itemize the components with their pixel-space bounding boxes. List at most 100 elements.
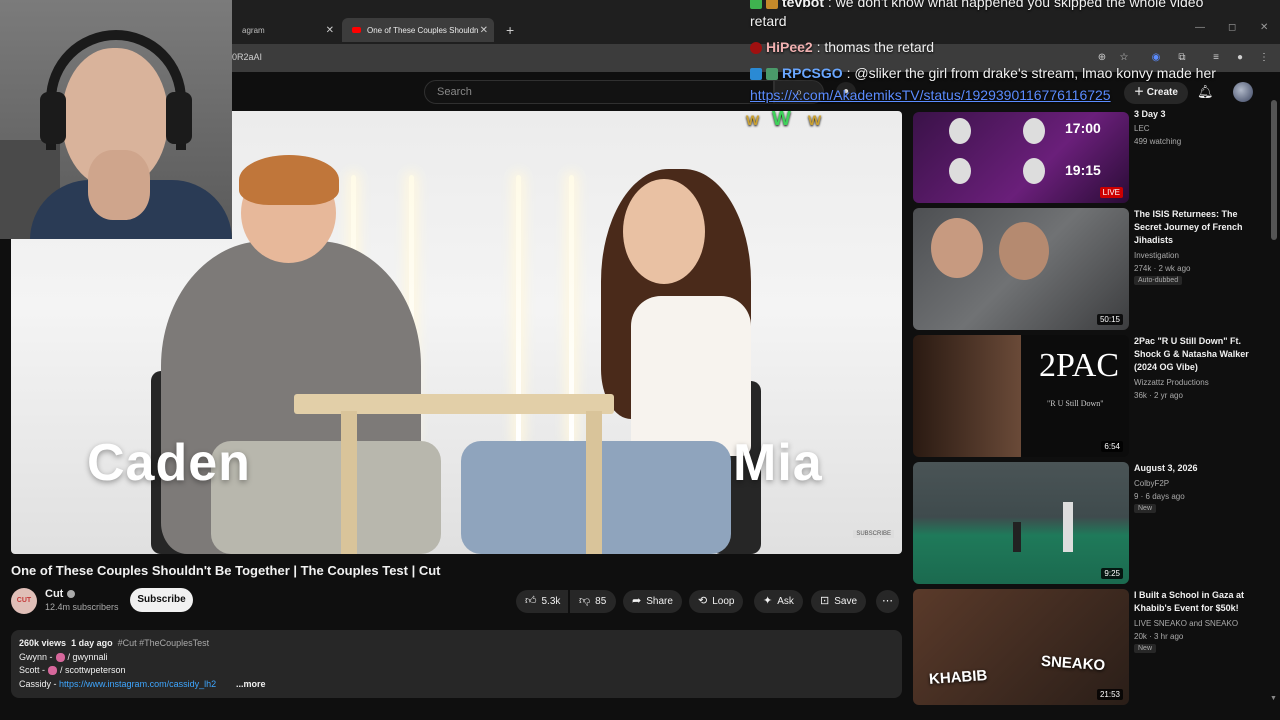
recommendation-title[interactable]: 2Pac "R U Still Down" Ft. Shock G & Nata…	[1134, 335, 1264, 374]
auto-dubbed-badge: Auto-dubbed	[1134, 276, 1183, 285]
recommendation-title[interactable]: August 3, 2026	[1134, 462, 1264, 475]
puzzle-extensions-icon[interactable]: ⧉	[1176, 52, 1188, 64]
badge-icon	[766, 68, 778, 81]
recommendation-thumbnail[interactable]: 17:00 19:15 LIVE	[913, 112, 1129, 203]
person-name: Scott -	[19, 665, 46, 675]
channel-avatar[interactable]: CUT	[11, 588, 37, 614]
recommendation-thumbnail[interactable]: 50:15	[913, 208, 1129, 330]
thumbnail-portrait	[913, 335, 1021, 457]
recommendation-item[interactable]: 17:00 19:15 LIVE 3 Day 3 LEC 499 watchin…	[913, 88, 1273, 204]
team-logo	[949, 158, 971, 184]
recommendation-title[interactable]: 3 Day 3	[1134, 108, 1264, 121]
maximize-icon[interactable]: ◻	[1228, 22, 1236, 33]
recommendation-item[interactable]: KHABIB SNEAKO 21:53 I Built a School in …	[913, 589, 1273, 705]
sidebar-scrollbar[interactable]	[1271, 100, 1277, 240]
person-left-hair	[239, 155, 339, 205]
thumbnail-face	[931, 218, 983, 278]
recommendation-item[interactable]: 2PAC "R U Still Down" 6:54 2Pac "R U Sti…	[913, 335, 1273, 457]
thumbs-up-icon: 👍︎	[525, 595, 537, 607]
badge-icon	[750, 42, 762, 55]
bookmark-star-icon[interactable]: ☆	[1118, 52, 1130, 64]
minimize-icon[interactable]: —	[1195, 22, 1205, 33]
headphone-cup	[40, 92, 66, 144]
channel-name[interactable]: Cut	[45, 588, 76, 600]
recommendation-meta: 20k · 3 hr ago	[1134, 632, 1184, 641]
youtube-favicon-icon	[352, 27, 361, 33]
recommendation-title[interactable]: The ISIS Returnees: The Secret Journey o…	[1134, 208, 1264, 247]
badge-icon	[766, 0, 778, 10]
chat-text: : thomas the retard	[816, 39, 935, 55]
scroll-down-icon[interactable]: ▼	[1270, 695, 1277, 702]
video-duration: 50:15	[1096, 314, 1123, 325]
sparkle-icon: ✦	[763, 595, 773, 607]
table-leg	[341, 411, 357, 554]
video-title: One of These Couples Shouldn't Be Togeth…	[11, 563, 441, 578]
recommendation-channel[interactable]: LEC	[1134, 122, 1150, 135]
description-stats: 260k views 1 day ago #Cut #TheCouplesTes…	[19, 638, 209, 648]
tab-label: agram	[242, 25, 265, 35]
chat-message-continued: retard	[750, 13, 787, 29]
view-count: 260k views	[19, 638, 67, 648]
subscribe-watermark[interactable]: SUBSCRIBE	[853, 530, 894, 538]
recommendation-thumbnail[interactable]: KHABIB SNEAKO 21:53	[913, 589, 1129, 705]
recommendation-item[interactable]: 50:15 The ISIS Returnees: The Secret Jou…	[913, 208, 1273, 330]
chat-link[interactable]: https://x.com/AkademiksTV/status/1929390…	[750, 87, 1111, 103]
new-badge: New	[1134, 644, 1157, 653]
recommendation-item[interactable]: 9:25 August 3, 2026 ColbyF2P 9 · 6 days …	[913, 462, 1273, 584]
instagram-link[interactable]: https://www.instagram.com/cassidy_lh2	[59, 679, 216, 689]
headphones-icon	[46, 30, 186, 150]
name-caption-right: Mia	[733, 434, 823, 492]
share-button[interactable]: ➦ Share	[623, 590, 682, 613]
browser-menu-icon[interactable]: ⋮	[1258, 52, 1270, 64]
recommendation-thumbnail[interactable]: 2PAC "R U Still Down" 6:54	[913, 335, 1129, 457]
close-tab-icon[interactable]: ✕	[480, 25, 488, 36]
video-duration: 21:53	[1096, 689, 1123, 700]
show-more-link[interactable]: ...more	[236, 679, 266, 689]
player-figure	[1013, 522, 1021, 552]
search-input[interactable]: Search	[424, 80, 774, 104]
dislike-button[interactable]: 👎︎ 85	[570, 590, 616, 613]
dislike-count: 85	[595, 596, 607, 607]
window-close-icon[interactable]: ✕	[1260, 22, 1268, 33]
player-figure	[1063, 502, 1073, 552]
instagram-icon	[55, 653, 65, 663]
instagram-handle[interactable]: / gwynnali	[68, 652, 108, 662]
instagram-handle[interactable]: / scottwpeterson	[60, 665, 126, 675]
close-tab-icon[interactable]: ✕	[326, 25, 334, 36]
recommendation-channel[interactable]: Wizzattz Productions	[1134, 376, 1209, 389]
description-line: Cassidy - https://www.instagram.com/cass…	[19, 679, 216, 689]
ask-button[interactable]: ✦ Ask	[754, 590, 803, 613]
chat-text: : we don't know what happened you skippe…	[827, 0, 1204, 10]
screen: agram ✕ One of These Couples Shouldn ✕ +…	[0, 0, 1280, 720]
team-logo	[1023, 118, 1045, 144]
description-line: Scott - / scottwpeterson	[19, 665, 126, 676]
badge-icon	[750, 68, 762, 81]
channel-name-text: Cut	[45, 588, 64, 600]
browser-tab-active[interactable]: One of These Couples Shouldn ✕	[342, 18, 494, 42]
reading-list-icon[interactable]: ≡	[1210, 52, 1222, 64]
browser-tab[interactable]: agram ✕	[232, 18, 340, 42]
like-button[interactable]: 👍︎ 5.3k	[516, 590, 568, 613]
subscriber-count: 12.4m subscribers	[45, 602, 119, 612]
emote-w-icon: W	[808, 112, 822, 128]
recommendation-channel[interactable]: ColbyF2P	[1134, 477, 1169, 490]
save-button[interactable]: ⊡ Save	[811, 590, 867, 613]
recommendation-title[interactable]: I Built a School in Gaza at Khabib's Eve…	[1134, 589, 1264, 615]
video-duration: 9:25	[1101, 568, 1123, 579]
url-text[interactable]: 0R2aAI	[232, 52, 262, 62]
recommendation-channel[interactable]: Investigation	[1134, 249, 1179, 262]
loop-button[interactable]: ⟲ Loop	[689, 590, 744, 613]
thumbnail-title: 2PAC	[1039, 347, 1120, 384]
install-app-icon[interactable]: ⊕	[1096, 52, 1108, 64]
profile-icon[interactable]: ●	[1234, 52, 1246, 64]
recommendation-thumbnail[interactable]: 9:25	[913, 462, 1129, 584]
team-logo	[949, 118, 971, 144]
more-actions-icon[interactable]: ⋯	[876, 590, 899, 613]
subscribe-button[interactable]: Subscribe	[130, 588, 193, 612]
hashtags[interactable]: #Cut #TheCouplesTest	[118, 638, 210, 648]
new-tab-button[interactable]: +	[506, 22, 514, 38]
extension-icon[interactable]: ◉	[1150, 52, 1162, 64]
person-name: Cassidy -	[19, 679, 57, 689]
emote-w-icon: W	[772, 108, 791, 130]
recommendation-channel[interactable]: LIVE SNEAKO and SNEAKO	[1134, 617, 1238, 630]
